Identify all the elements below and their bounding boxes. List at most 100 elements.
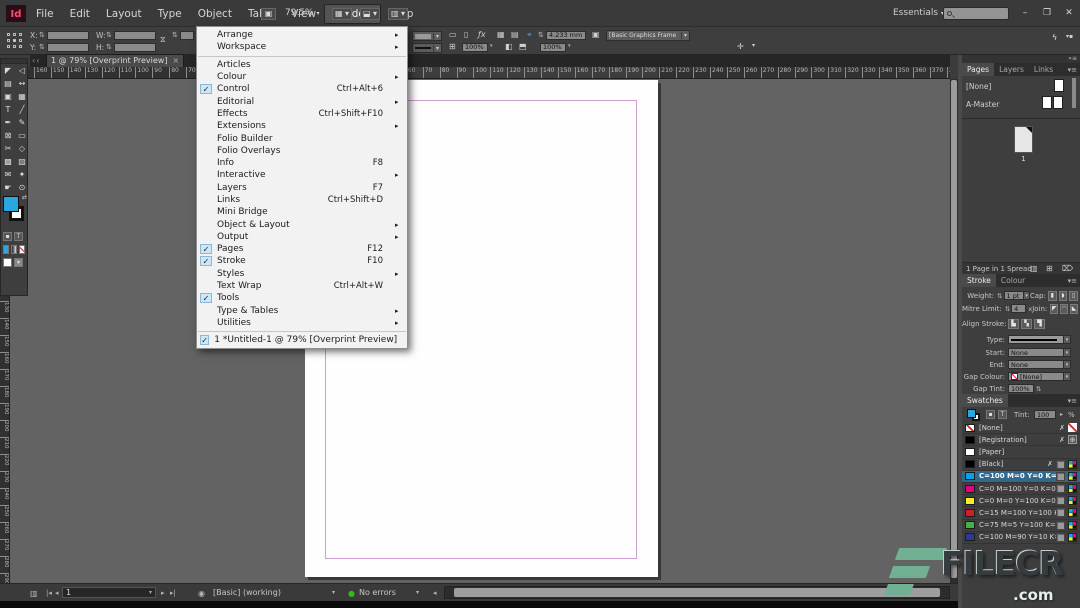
gradient-feather-tool[interactable]: ▨ xyxy=(15,155,29,168)
window-menu-item[interactable]: Extensions▸ xyxy=(197,120,407,132)
swatch-row[interactable]: C=15 M=100 Y=100 K=0 xyxy=(962,507,1080,519)
master-none-row[interactable]: [None] xyxy=(966,82,991,91)
gap-colour-arrow[interactable]: ▾ xyxy=(1064,372,1071,381)
pasteboard[interactable] xyxy=(10,79,950,583)
hand-tool[interactable]: ☛ xyxy=(1,181,15,194)
master-none-page-icon[interactable] xyxy=(1054,79,1064,92)
y-field[interactable] xyxy=(47,43,89,52)
menu-edit[interactable]: Edit xyxy=(62,4,98,24)
note-tool[interactable]: ✉ xyxy=(1,168,15,181)
apply-none-icon[interactable] xyxy=(19,245,25,254)
horizontal-ruler[interactable]: 1601501401301201101009080706050403020100… xyxy=(10,67,950,79)
window-menu-item[interactable]: Mini Bridge xyxy=(197,206,407,218)
transparency-icon[interactable]: ▯ xyxy=(464,30,468,39)
constrain-proportions-icon[interactable]: ⧖ xyxy=(160,35,166,45)
swatch-row[interactable]: [Paper] xyxy=(962,446,1080,458)
last-page-button[interactable]: ▸| xyxy=(170,589,176,597)
w-field[interactable] xyxy=(114,31,156,40)
align-inside-button[interactable]: ▚ xyxy=(1021,319,1032,329)
window-menu-item[interactable]: ✓PagesF12 xyxy=(197,243,407,255)
menu-file[interactable]: File xyxy=(28,4,62,24)
zoom-level-dropdown[interactable]: 79.5% ▾ xyxy=(285,8,319,18)
end-arrow[interactable]: ▾ xyxy=(1064,360,1071,369)
scroll-left-arrow[interactable]: ◂ xyxy=(433,589,437,597)
apply-colour-icon[interactable] xyxy=(3,245,9,254)
window-menu-item[interactable]: Arrange▸ xyxy=(197,29,407,41)
close-button[interactable]: ✕ xyxy=(1060,6,1078,20)
vertical-scrollbar-thumb[interactable] xyxy=(951,80,957,578)
rectangle-tool[interactable]: ▭ xyxy=(15,129,29,142)
masters-scrollbar-thumb[interactable] xyxy=(1072,78,1076,108)
stroke-panel-menu-icon[interactable]: ▾≡ xyxy=(1065,275,1080,287)
window-menu-item[interactable]: Utilities▸ xyxy=(197,317,407,329)
error-dropdown-arrow[interactable]: ▾ xyxy=(416,589,419,596)
join-round-button[interactable]: ◠ xyxy=(1060,304,1068,314)
swatch-row[interactable]: C=0 M=0 Y=100 K=0 xyxy=(962,495,1080,507)
align-centre-button[interactable]: ▙ xyxy=(1008,319,1019,329)
window-menu-item[interactable]: ✓1 *Untitled-1 @ 79% [Overprint Preview] xyxy=(197,334,407,346)
restore-button[interactable]: ❐ xyxy=(1038,6,1056,20)
window-menu-item[interactable]: Colour▸ xyxy=(197,71,407,83)
window-menu-item[interactable]: Folio Overlays xyxy=(197,145,407,157)
scale-x-sliver[interactable] xyxy=(180,31,194,40)
swap-fill-stroke-icon[interactable]: ⇄ xyxy=(22,194,27,201)
new-page-icon[interactable]: ⊞ xyxy=(1046,264,1053,273)
wrap-bounding-icon[interactable]: ▤ xyxy=(511,30,519,39)
menu-object[interactable]: Object xyxy=(190,4,240,24)
swatches-fill-proxy[interactable] xyxy=(967,409,976,418)
collapse-panels-icon[interactable]: »≡ xyxy=(1068,55,1077,62)
formatting-affects-text-icon[interactable]: T xyxy=(14,232,23,241)
preview-mode-dropdown-icon[interactable]: ▾ xyxy=(14,258,23,267)
swatches-panel-menu-icon[interactable]: ▾≡ xyxy=(1065,395,1080,407)
menu-type[interactable]: Type xyxy=(150,4,190,24)
align-outside-button[interactable]: ▜ xyxy=(1034,319,1045,329)
mitre-stepper[interactable]: ⇅ xyxy=(1005,305,1010,313)
stroke-type-value[interactable] xyxy=(1008,335,1064,344)
window-menu-item[interactable]: Object & Layout▸ xyxy=(197,218,407,230)
window-menu-item[interactable]: ✓ControlCtrl+Alt+6 xyxy=(197,83,407,95)
content-placer-tool[interactable]: ▦ xyxy=(15,90,29,103)
gap-tool[interactable]: ↔ xyxy=(15,77,29,90)
preflight-dropdown-arrow[interactable]: ▾ xyxy=(332,589,335,596)
swatch-row[interactable]: C=75 M=5 Y=100 K=0 xyxy=(962,520,1080,532)
tint-slider-arrow[interactable]: ▸ xyxy=(1060,411,1063,418)
reference-point-proxy[interactable] xyxy=(7,33,23,49)
swatches-container-icon[interactable]: ▪ xyxy=(986,410,995,419)
scale-x-stepper[interactable]: ⇅ xyxy=(172,31,178,39)
pages-panel-menu-icon[interactable]: ▾≡ xyxy=(1065,64,1080,76)
view-boxes-icon[interactable]: ▥ xyxy=(30,589,38,598)
tab-colour[interactable]: Colour xyxy=(996,274,1030,287)
tab-scroll-arrows[interactable]: ‹‹ xyxy=(32,56,40,65)
tab-pages[interactable]: Pages xyxy=(962,63,994,76)
start-arrow[interactable]: ▾ xyxy=(1064,348,1071,357)
shadow-icon[interactable]: ▭ xyxy=(449,30,457,39)
tint-value[interactable]: 100 xyxy=(1034,410,1056,419)
corner-stepper[interactable]: ⇅ xyxy=(538,31,544,39)
gap-tint-value[interactable]: 100% xyxy=(1008,384,1034,393)
flip-h-icon[interactable]: ◧ xyxy=(505,42,513,51)
direct-selection-tool[interactable]: ◁ xyxy=(15,64,29,77)
line-tool[interactable]: ╱ xyxy=(15,103,29,116)
flip-v-icon[interactable]: ⬒ xyxy=(519,42,527,51)
delete-page-icon[interactable]: ⌦ xyxy=(1062,264,1073,273)
master-a-right-page-icon[interactable] xyxy=(1053,96,1063,109)
apply-gradient-icon[interactable] xyxy=(11,245,17,254)
stroke-fill-dropdown[interactable]: ▾ xyxy=(412,31,442,41)
scale-x-arrow[interactable]: ▾ xyxy=(490,43,493,49)
window-menu-item[interactable]: Editorial▸ xyxy=(197,95,407,107)
join-bevel-button[interactable]: ◣ xyxy=(1070,304,1078,314)
swatches-text-icon[interactable]: T xyxy=(998,410,1007,419)
swatch-row[interactable]: [None]✗ xyxy=(962,422,1080,434)
tab-close-icon[interactable]: × xyxy=(172,55,179,67)
corner-options-icon[interactable]: ⌖ xyxy=(527,30,532,40)
document-tab[interactable]: 1 @ 79% [Overprint Preview] × xyxy=(46,54,184,67)
arrange-documents-dropdown[interactable]: ▥ ▾ xyxy=(388,8,408,20)
prev-page-button[interactable]: ◂ xyxy=(55,589,59,597)
swatch-row[interactable]: [Registration]✗⊕ xyxy=(962,434,1080,446)
eyedropper-tool[interactable]: ✦ xyxy=(15,168,29,181)
zoom-tool[interactable]: ⊙ xyxy=(15,181,29,194)
window-menu-item[interactable]: Workspace▸ xyxy=(197,41,407,53)
window-menu-item[interactable]: ✓Tools xyxy=(197,292,407,304)
object-style-dropdown[interactable]: [Basic Graphics Frame]▾ xyxy=(606,30,690,41)
content-collector-tool[interactable]: ▣ xyxy=(1,90,15,103)
